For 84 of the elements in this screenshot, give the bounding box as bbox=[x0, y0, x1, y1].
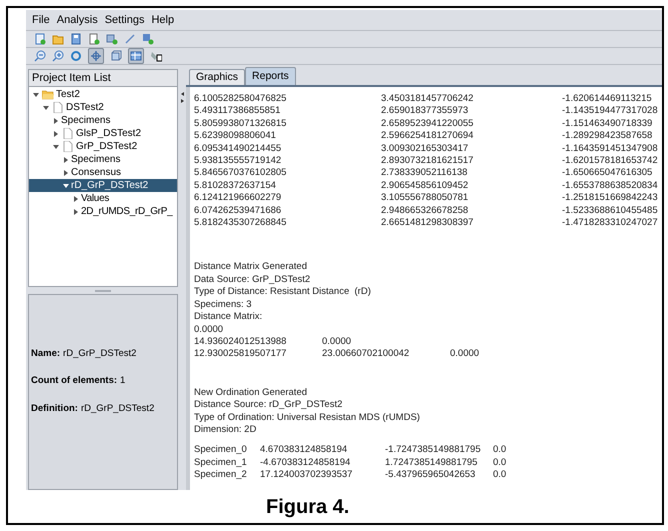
report-line: Type of Ordination: Universal Resistan MDS (rUMDS) bbox=[193, 412, 421, 424]
value-cell-text: 2.738339052116138 bbox=[381, 167, 468, 180]
matrix-cell-text: 23.00660702100042 bbox=[322, 348, 410, 361]
value-cell-text: 5.8465670376102805 bbox=[194, 167, 288, 180]
report-line: Data Source: GrP_DSTest2 bbox=[193, 274, 312, 286]
value-cell-text: 6.124121966602279 bbox=[194, 192, 282, 205]
matrix-cell-text: 0.0000 bbox=[194, 324, 224, 336]
report-line: Distance Matrix: bbox=[193, 311, 264, 324]
tree-item[interactable]: GlsP_DSTest2 bbox=[29, 127, 177, 140]
value-cell-text: 5.8182435307268845 bbox=[194, 217, 288, 230]
ordination-cell-text: Specimen_0 bbox=[194, 444, 248, 457]
menu-item[interactable]: Settings bbox=[104, 12, 144, 28]
value-cell-text: 2.6589523941220055 bbox=[381, 118, 474, 130]
matrix-cell-text: 0.0000 bbox=[322, 336, 352, 348]
value-cell: -1.6553788638520834 bbox=[562, 180, 658, 192]
tree-item[interactable]: Specimens bbox=[29, 153, 177, 166]
menu-item[interactable]: Analysis bbox=[56, 12, 98, 28]
report-line: Specimens: 3 bbox=[193, 298, 253, 312]
report-line: Distance Source: rD_GrP_DSTest2 bbox=[193, 399, 344, 412]
ordination-cell-text: 17.124003702393537 bbox=[260, 469, 354, 482]
value-cell-text: 6.1005282580476825 bbox=[194, 93, 288, 106]
ordination-cell-text: 1.7247385149881795 bbox=[385, 456, 478, 470]
report-line: New Ordination Generated bbox=[193, 386, 308, 400]
matrix-cell: 0.0000 bbox=[450, 348, 480, 361]
ordination-cell-text: Specimen_2 bbox=[194, 469, 248, 482]
menu-item[interactable]: File bbox=[32, 12, 50, 28]
value-cell-text: 5.81028372637154 bbox=[194, 180, 277, 192]
value-cell-text: 5.8059938071326815 bbox=[194, 118, 288, 130]
ordination-cell-text: 4.670383124858194 bbox=[260, 444, 348, 457]
value-cell-text: 3.4503181457706242 bbox=[381, 93, 474, 106]
figure-caption: Figura 4. bbox=[266, 494, 350, 520]
ordination-cell-text: Specimen_1 bbox=[194, 456, 248, 470]
matrix-cell-text: 12.930025819507177 bbox=[194, 348, 288, 361]
value-cell-text: 3.105556788050781 bbox=[381, 192, 470, 205]
tree-item[interactable]: DSTest2 bbox=[29, 101, 177, 114]
matrix-cell-text: 14.936024012513988 bbox=[194, 336, 288, 348]
value-cell-text: 2.6651481298308397 bbox=[381, 217, 474, 230]
tree-item[interactable]: GrP_DSTest2 bbox=[29, 140, 177, 153]
panel-title: Project Item List bbox=[29, 70, 177, 87]
value-cell-text: 2.659018377355973 bbox=[381, 105, 470, 118]
report-line: Type of Distance: Resistant Distance (rD) bbox=[193, 286, 372, 299]
tree-item[interactable]: rD_GrP_DSTest2 bbox=[29, 179, 177, 192]
value-cell: -1.151463490718339 bbox=[562, 118, 652, 130]
value-cell: -1.6201578181653742 bbox=[562, 155, 658, 168]
tree-item[interactable]: Specimens bbox=[29, 114, 177, 127]
value-cell: -1.1643591451347908 bbox=[562, 142, 658, 156]
ordination-cell-text: -5.437965965042653 bbox=[385, 469, 476, 482]
property-value: rD_GrP_DSTest2 bbox=[80, 402, 154, 416]
tab[interactable]: Graphics bbox=[189, 69, 246, 85]
ordination-cell-text: -1.7247385149881795 bbox=[385, 444, 482, 457]
tree-item[interactable]: Values bbox=[29, 192, 177, 205]
value-cell-text: 2.5966254181270694 bbox=[381, 130, 474, 143]
report-line: Distance Matrix Generated bbox=[193, 261, 308, 274]
property-label: Count of elements: bbox=[31, 374, 118, 388]
value-cell: -1.5233688610455485 bbox=[562, 204, 658, 218]
property-value: rD_GrP_DSTest2 bbox=[63, 347, 136, 361]
value-cell: -1.2518151669842243 bbox=[562, 192, 658, 205]
value-cell-text: 3.009302165303417 bbox=[381, 142, 470, 156]
ordination-cell: 0.0 bbox=[493, 456, 506, 470]
value-cell-text: 5.938135555719142 bbox=[194, 155, 282, 168]
ordination-cell-text: -4.670383124858194 bbox=[260, 456, 352, 470]
property-label: Name: bbox=[31, 347, 60, 361]
tree-item[interactable]: 2D_rUMDS_rD_GrP_ bbox=[29, 205, 177, 218]
value-cell: -1.4718283310247027 bbox=[562, 217, 658, 230]
property-value: 1 bbox=[120, 374, 126, 388]
tree-item[interactable]: Test2 bbox=[29, 88, 177, 101]
report-line: Dimension: 2D bbox=[193, 424, 258, 436]
value-cell-text: 6.074262539471686 bbox=[194, 204, 282, 218]
value-cell: -1.650665047616305 bbox=[562, 167, 652, 180]
value-cell-text: 5.62398098806041 bbox=[194, 130, 277, 143]
tab[interactable]: Reports bbox=[245, 67, 296, 85]
value-cell-text: 5.493117386855851 bbox=[194, 105, 282, 118]
tree-item[interactable]: Consensus bbox=[29, 166, 177, 179]
value-cell-text: 2.906545856109452 bbox=[381, 180, 470, 192]
value-cell: -1.289298423587658 bbox=[562, 130, 652, 143]
value-cell-text: 6.095341490214455 bbox=[194, 142, 282, 156]
value-cell-text: 2.8930732181621517 bbox=[381, 155, 474, 168]
value-cell-text: 2.948665326678258 bbox=[381, 204, 470, 218]
property-label: Definition: bbox=[31, 402, 78, 416]
value-cell: -1.620614469113215 bbox=[562, 93, 652, 106]
value-cell: -1.1435194477317028 bbox=[562, 105, 658, 118]
menu-item[interactable]: Help bbox=[151, 12, 174, 28]
ordination-cell: 0.0 bbox=[493, 469, 506, 482]
ordination-cell: 0.0 bbox=[493, 444, 506, 457]
